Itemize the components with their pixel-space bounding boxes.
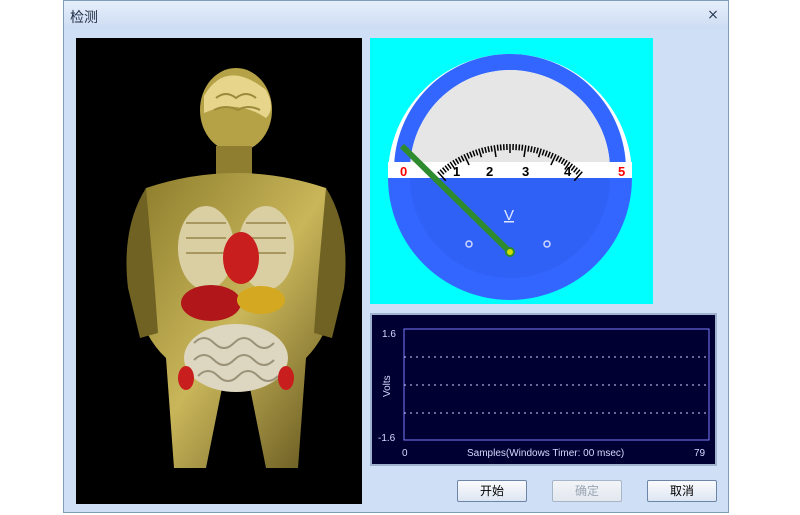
- meter-tick: [527, 145, 530, 152]
- window-title: 检测: [70, 10, 98, 26]
- confirm-button[interactable]: 确定: [552, 480, 622, 502]
- meter-label-4: 4: [564, 164, 572, 179]
- graph-x-axis-label: Samples(Windows Timer: 00 msec): [467, 448, 624, 459]
- graph-x-min: 0: [402, 448, 408, 459]
- human-anatomy-figure: [126, 68, 346, 468]
- meter-label-0: 0: [400, 164, 407, 179]
- voltmeter-gauge: 0 1 2 3 4 5 V: [370, 38, 653, 304]
- meter-label-5: 5: [618, 164, 625, 179]
- anatomy-image: [76, 38, 362, 504]
- meter-tick: [490, 145, 493, 152]
- meter-tick: [499, 144, 502, 151]
- graph-y-axis-label: Volts: [382, 375, 393, 397]
- title-bar: 检测 ×: [64, 1, 728, 29]
- meter-tick: [518, 144, 521, 151]
- voltage-graph: 1.6 -1.6 Volts 0 79 Samples(Windows Time…: [370, 313, 717, 466]
- meter-unit: V: [504, 207, 514, 224]
- cancel-button[interactable]: 取消: [647, 480, 717, 502]
- meter-needle-pivot: [505, 247, 515, 257]
- meter-tick: [521, 144, 524, 151]
- graph-y-min: -1.6: [378, 433, 396, 444]
- graph-plot: 1.6 -1.6 Volts 0 79 Samples(Windows Time…: [378, 328, 710, 459]
- graph-y-max: 1.6: [382, 329, 396, 340]
- detection-dialog: 检测 × 0 1 2 3 4 5 V 1.6 -1.6 Volts 0 79 S…: [63, 0, 729, 513]
- graph-x-max: 79: [694, 448, 706, 459]
- meter-label-3: 3: [522, 164, 529, 179]
- start-button[interactable]: 开始: [457, 480, 527, 502]
- meter-face: 0 1 2 3 4 5 V: [388, 54, 632, 300]
- meter-tick: [496, 144, 499, 151]
- meter-label-2: 2: [486, 164, 493, 179]
- meter-label-1: 1: [453, 164, 460, 179]
- close-button[interactable]: ×: [704, 6, 722, 24]
